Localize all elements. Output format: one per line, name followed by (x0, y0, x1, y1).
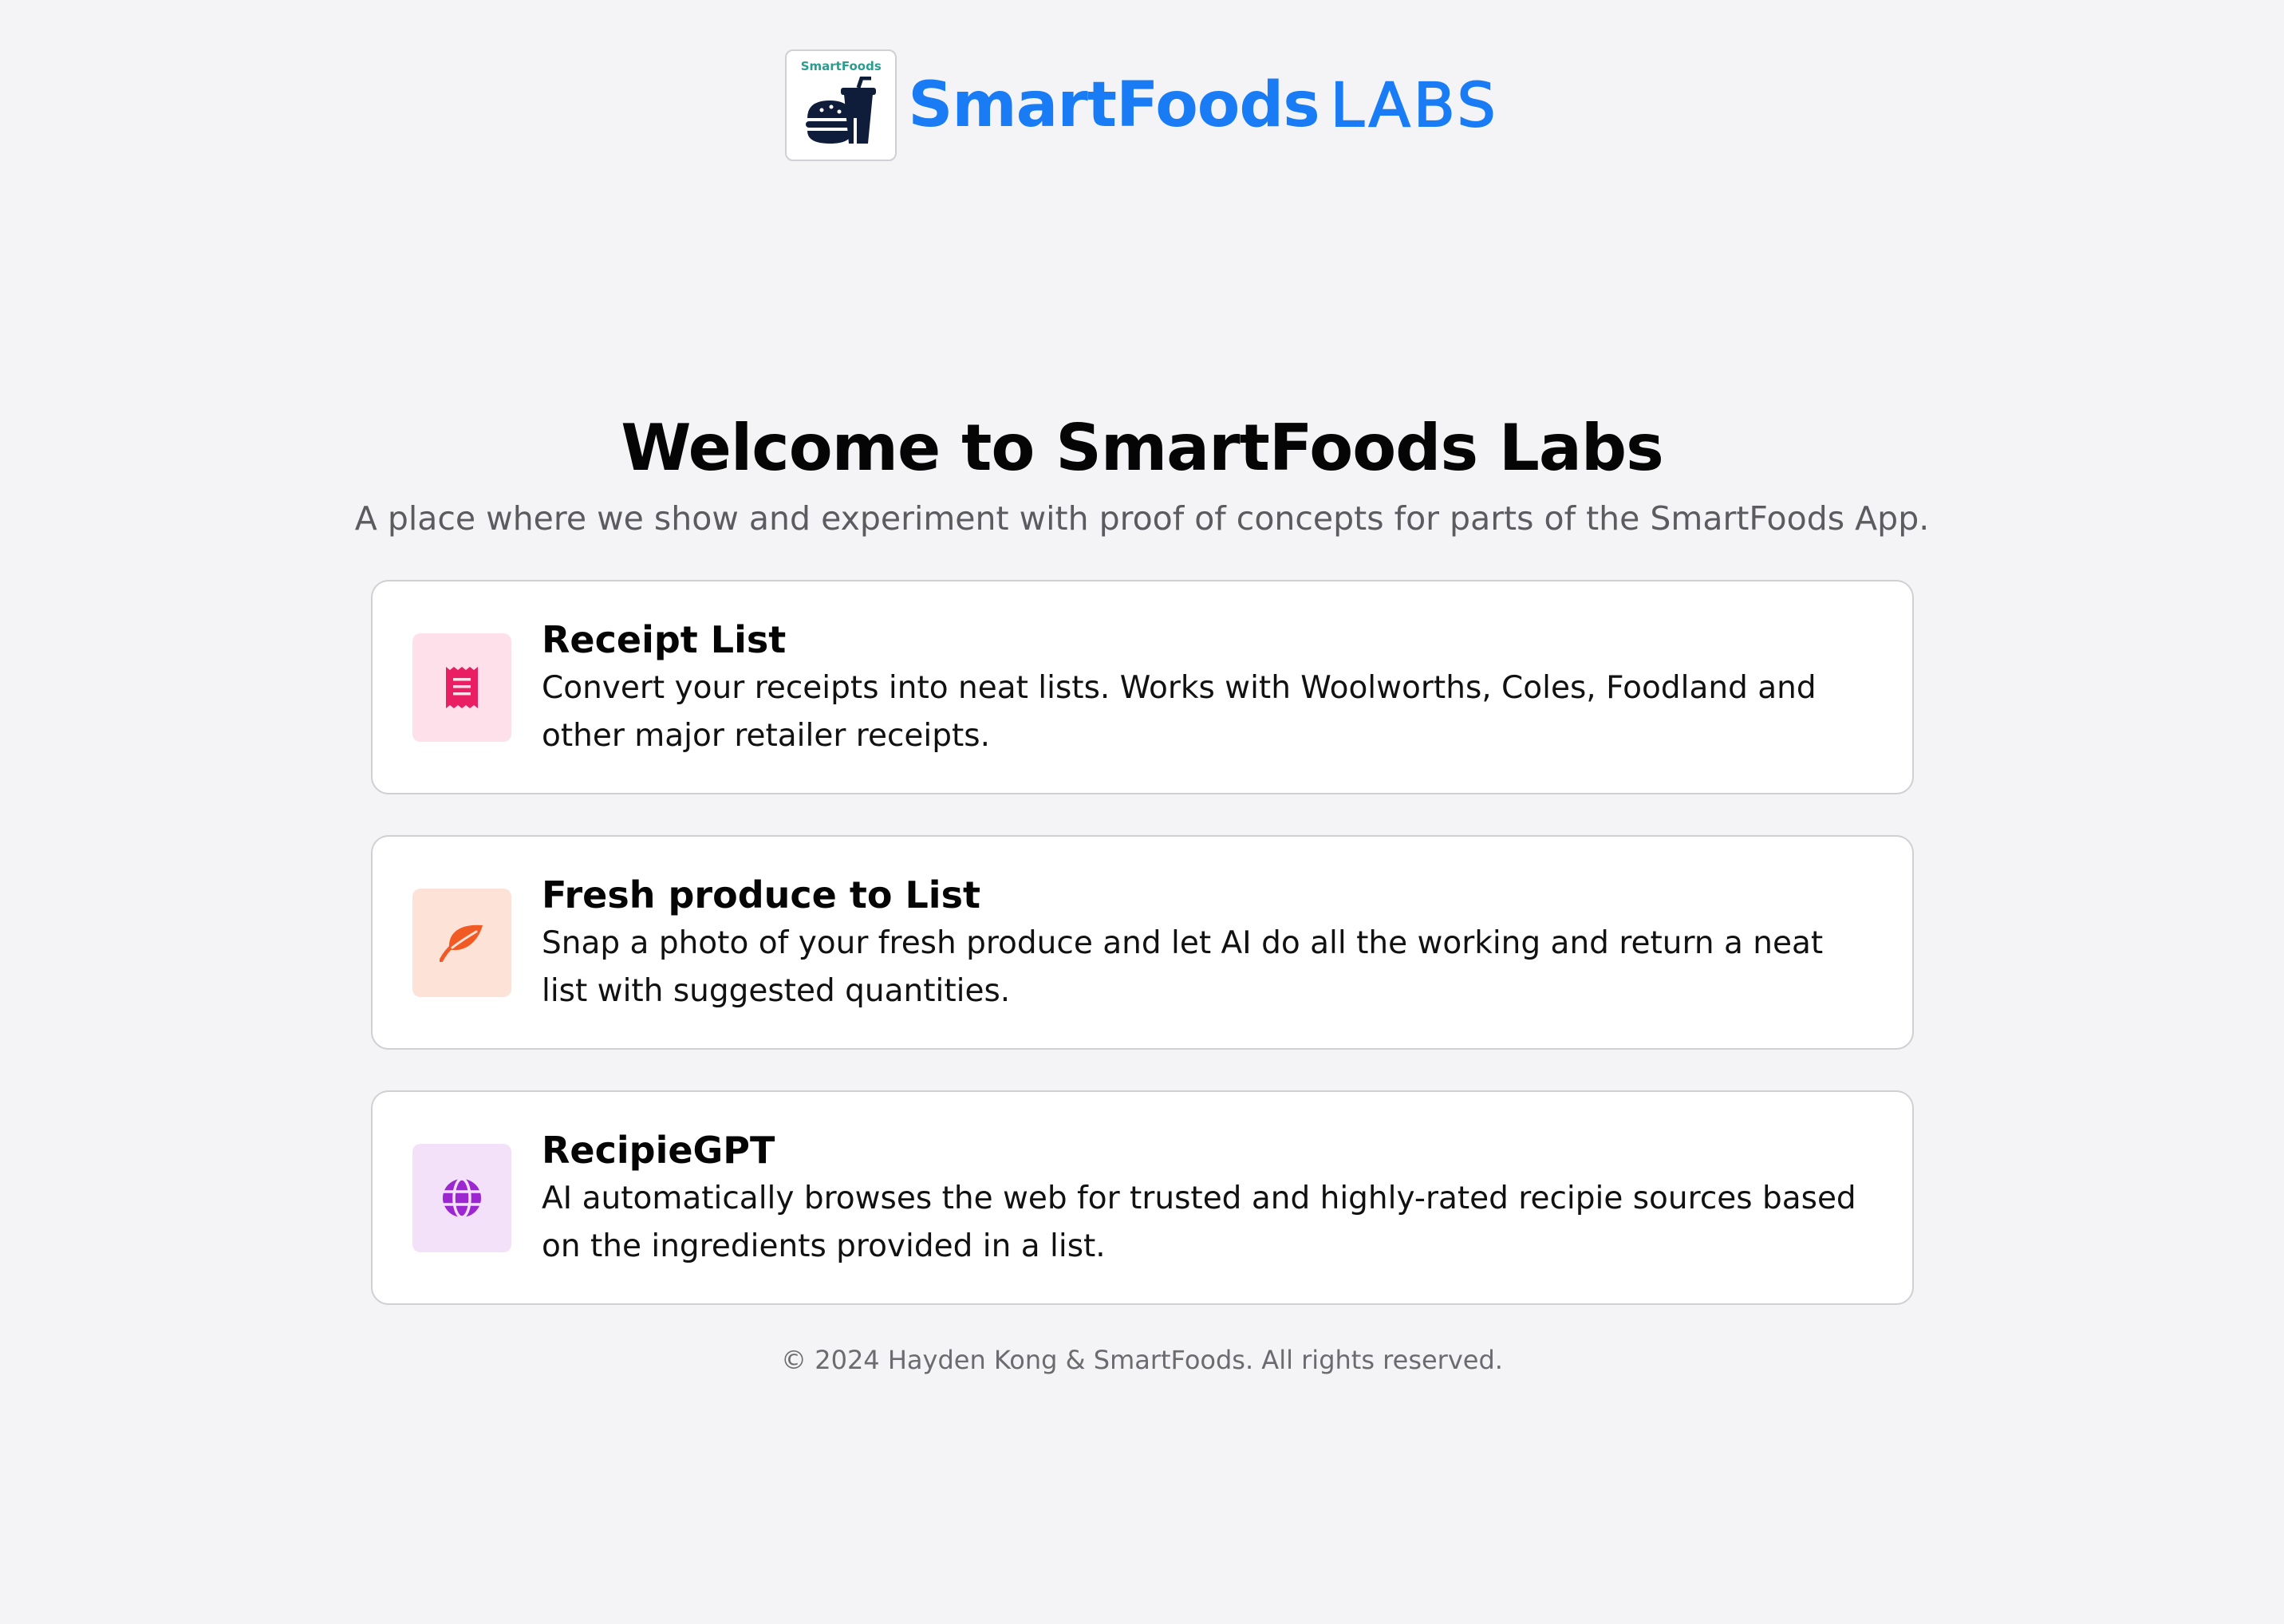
card-receipt-list[interactable]: Receipt List Convert your receipts into … (371, 580, 1914, 794)
card-text: Fresh produce to List Snap a photo of yo… (542, 870, 1872, 1015)
feature-cards: Receipt List Convert your receipts into … (371, 580, 1914, 1346)
card-description: AI automatically browses the web for tru… (542, 1180, 1856, 1264)
brand-name: SmartFoods (908, 69, 1320, 141)
header: SmartFoods SmartFoods LABS (0, 49, 2284, 161)
receipt-icon-tile (412, 633, 511, 742)
receipt-icon (446, 666, 478, 708)
card-description: Convert your receipts into neat lists. W… (542, 669, 1817, 754)
brand-suffix: LABS (1330, 69, 1499, 141)
card-fresh-produce[interactable]: Fresh produce to List Snap a photo of yo… (371, 835, 1914, 1050)
card-title: Fresh produce to List (542, 873, 980, 916)
brand-title: SmartFoods LABS (908, 69, 1499, 141)
leaf-icon-tile (412, 888, 511, 997)
card-title: RecipieGPT (542, 1128, 775, 1172)
card-text: Receipt List Convert your receipts into … (542, 615, 1872, 760)
hero: Welcome to SmartFoods Labs A place where… (0, 411, 2284, 538)
card-text: RecipieGPT AI automatically browses the … (542, 1125, 1872, 1271)
globe-icon-tile (412, 1143, 511, 1252)
card-title: Receipt List (542, 617, 787, 661)
food-logo-icon (806, 77, 877, 144)
card-description: Snap a photo of your fresh produce and l… (542, 924, 1824, 1009)
footer-copyright: © 2024 Hayden Kong & SmartFoods. All rig… (781, 1345, 1503, 1375)
page-title: Welcome to SmartFoods Labs (621, 411, 1664, 485)
page-subtitle: A place where we show and experiment wit… (354, 499, 1930, 538)
logo-text: SmartFoods (800, 59, 882, 73)
leaf-icon (440, 924, 483, 962)
app-logo[interactable]: SmartFoods (785, 49, 897, 161)
globe-icon (443, 1177, 481, 1219)
card-recipiegpt[interactable]: RecipieGPT AI automatically browses the … (371, 1090, 1914, 1305)
